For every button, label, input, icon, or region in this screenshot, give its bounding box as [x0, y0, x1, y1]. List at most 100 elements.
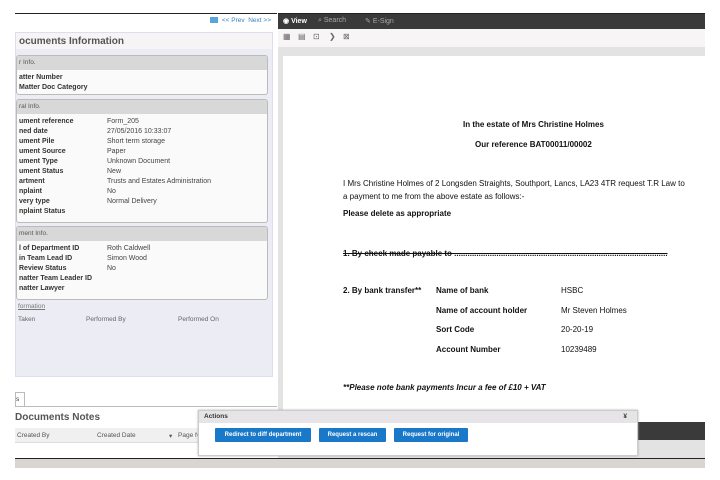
- field-label: Name of bank: [436, 286, 489, 295]
- tab-notes[interactable]: s: [15, 392, 25, 406]
- field-value: Short term storage: [107, 138, 165, 145]
- field-label: nplaint Status: [19, 208, 66, 215]
- pager: << Prev Next >>: [209, 17, 271, 24]
- field-label: ument Source: [19, 148, 66, 155]
- doc-option-1: 1. By check made payable to ............…: [343, 249, 668, 258]
- field-row: ument Type Unknown Document: [17, 157, 267, 167]
- field-label: ument Pile: [19, 138, 55, 145]
- field-label: artment: [19, 178, 45, 185]
- collapse-icon[interactable]: ¥: [623, 413, 627, 420]
- thumbnails-icon[interactable]: ▦: [283, 32, 291, 41]
- field-label: l of Department ID: [19, 245, 80, 252]
- field-row: ument Pile Short term storage: [17, 137, 267, 147]
- tab-esign[interactable]: ✎ E-Sign: [365, 17, 394, 25]
- tab-view[interactable]: ◉ View: [283, 17, 307, 25]
- field-value: Paper: [107, 148, 126, 155]
- export-icon[interactable]: ⊠: [343, 32, 350, 41]
- section-header[interactable]: r Info.: [17, 56, 267, 70]
- next-link[interactable]: Next >>: [248, 17, 271, 24]
- field-value: No: [107, 265, 116, 272]
- col-page[interactable]: Page N: [178, 432, 200, 439]
- field-row: atter Number: [19, 74, 63, 81]
- doc-option-2: 2. By bank transfer**: [343, 286, 422, 295]
- viewer-tabs: ◉ View ⌕ Search ✎ E-Sign: [278, 14, 705, 29]
- doc-text: I Mrs Christine Holmes of 2 Longsden Str…: [343, 179, 685, 188]
- actions-panel: Actions ¥ Redirect to diff department Req…: [198, 410, 638, 456]
- field-row: in Team Lead ID Simon Wood: [17, 254, 267, 264]
- field-label: in Team Lead ID: [19, 255, 73, 262]
- field-label: ned date: [19, 128, 48, 135]
- field-value: Unknown Document: [107, 158, 171, 165]
- documents-information-panel: ocuments Information r Info. atter Numbe…: [15, 32, 273, 377]
- matter-info-section: r Info. atter Number Matter Doc Category: [16, 55, 268, 95]
- general-info-section: ral Info. ument reference Form_205ned dat…: [16, 99, 268, 223]
- history-link[interactable]: formation: [18, 303, 45, 310]
- fit-icon[interactable]: ⊡: [313, 32, 320, 41]
- field-row: ned date 27/05/2016 10:33:07: [17, 127, 267, 137]
- field-row: nplaint Status: [17, 207, 267, 217]
- calendar-icon[interactable]: [209, 17, 218, 24]
- field-row: ument Status New: [17, 167, 267, 177]
- request-original-button[interactable]: Request for original: [394, 428, 468, 442]
- panel-title: ocuments Information: [16, 33, 272, 49]
- document-page: In the estate of Mrs Christine Holmes Ou…: [283, 56, 705, 422]
- field-label: ument reference: [19, 118, 74, 125]
- viewer-toolbar: ▦ ▤ ⊡ ❯ ⊠: [278, 29, 705, 47]
- left-panel: << Prev Next >> ocuments Information r I…: [15, 13, 277, 458]
- prev-link[interactable]: << Prev: [222, 17, 245, 24]
- field-value: 27/05/2016 10:33:07: [107, 128, 172, 135]
- doc-title: In the estate of Mrs Christine Holmes: [463, 120, 604, 129]
- col-performed-on: Performed On: [178, 316, 219, 323]
- field-value: HSBC: [561, 286, 584, 295]
- field-row: ument Source Paper: [17, 147, 267, 157]
- field-row: ument reference Form_205: [17, 117, 267, 127]
- tab-search[interactable]: ⌕ Search: [318, 17, 346, 25]
- field-value: Mr Steven Holmes: [561, 306, 627, 315]
- field-label: natter Team Leader ID: [19, 275, 93, 282]
- field-value: Form_205: [107, 118, 139, 125]
- col-created-date[interactable]: Created Date: [97, 432, 136, 439]
- field-value: Roth Caldwell: [107, 245, 151, 252]
- field-row: artment Trusts and Estates Administration: [17, 177, 267, 187]
- field-value: Normal Delivery: [107, 198, 157, 205]
- col-performed-by: Performed By: [86, 316, 126, 323]
- field-label: ument Type: [19, 158, 58, 165]
- field-row: nplaint No: [17, 187, 267, 197]
- field-label: natter Lawyer: [19, 285, 65, 292]
- field-row: natter Team Leader ID: [17, 274, 267, 284]
- doc-note: **Please note bank payments Incur a fee …: [343, 383, 546, 392]
- section-header[interactable]: ral Info.: [17, 100, 267, 114]
- field-value: 20-20-19: [561, 325, 594, 334]
- doc-text: Please delete as appropriate: [343, 209, 452, 218]
- field-row: very type Normal Delivery: [17, 197, 267, 207]
- field-value: 10239489: [561, 345, 597, 354]
- field-label: nplaint: [19, 188, 42, 195]
- field-label: Sort Code: [436, 325, 475, 334]
- field-row: l of Department ID Roth Caldwell: [17, 244, 267, 254]
- redirect-button[interactable]: Redirect to diff department: [215, 428, 311, 442]
- status-bar: [15, 458, 705, 468]
- assignment-info-section: ment Info. l of Department ID Roth Caldwe…: [16, 226, 268, 300]
- comment-icon[interactable]: ▤: [298, 32, 306, 41]
- field-row: natter Lawyer: [17, 284, 267, 294]
- field-label: Review Status: [19, 265, 67, 272]
- field-value: Trusts and Estates Administration: [107, 178, 212, 185]
- rotate-icon[interactable]: ❯: [329, 32, 336, 41]
- actions-title: Actions: [204, 413, 228, 420]
- field-label: very type: [19, 198, 50, 205]
- field-value: No: [107, 188, 116, 195]
- document-viewer: ◉ View ⌕ Search ✎ E-Sign ▦ ▤ ⊡ ❯ ⊠ In th…: [278, 13, 705, 458]
- field-value: Simon Wood: [107, 255, 147, 262]
- field-label: ument Status: [19, 168, 64, 175]
- field-label: Name of account holder: [436, 306, 528, 315]
- field-row: Review Status No: [17, 264, 267, 274]
- field-value: New: [107, 168, 122, 175]
- request-rescan-button[interactable]: Request a rescan: [319, 428, 386, 442]
- field-row: Matter Doc Category: [19, 84, 88, 91]
- section-header[interactable]: ment Info.: [17, 227, 267, 241]
- col-taken: Taken: [18, 316, 36, 323]
- notes-title: Documents Notes: [15, 412, 101, 423]
- field-label: Account Number: [436, 345, 501, 354]
- doc-text: a payment to me from the above estate as…: [343, 192, 525, 201]
- col-created-by[interactable]: Created By: [17, 432, 50, 439]
